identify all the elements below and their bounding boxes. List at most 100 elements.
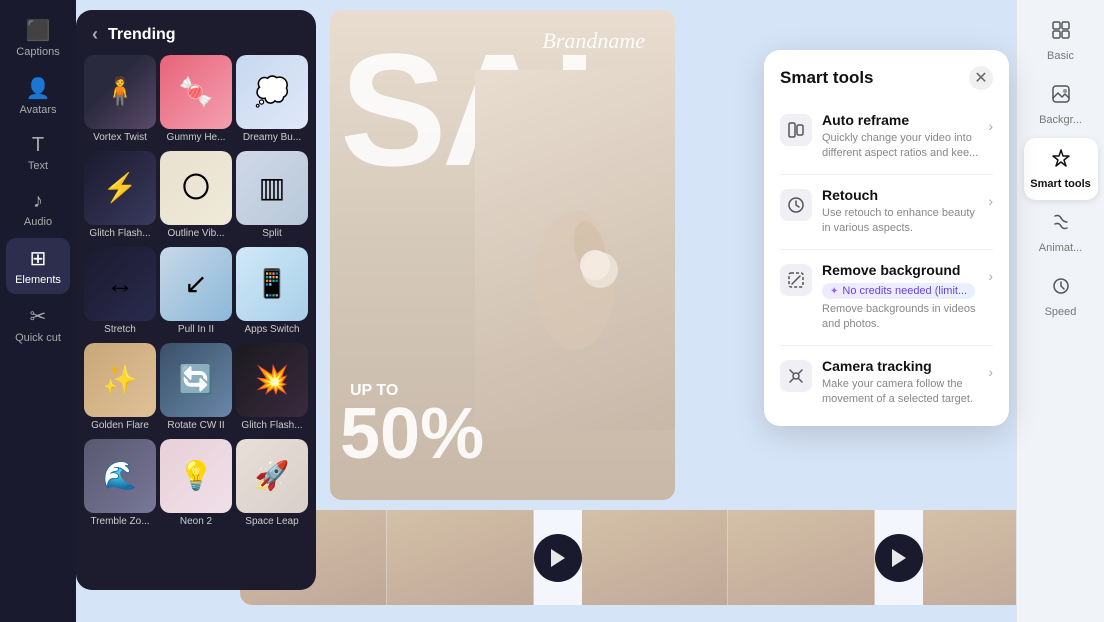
sidebar-icon-3: ♪ xyxy=(33,190,43,213)
trending-grid: 🧍 Vortex Twist 🍬 Gummy He... 💭 Dreamy Bu… xyxy=(76,55,316,539)
timeline-marker-1[interactable] xyxy=(534,534,582,582)
trend-item-6[interactable]: ↔ Stretch xyxy=(84,247,156,339)
timeline-frame-2 xyxy=(582,510,729,605)
camera-tracking-item[interactable]: Camera tracking Make your camera follow … xyxy=(764,348,1009,418)
retouch-content: Retouch Use retouch to enhance beauty in… xyxy=(822,187,978,237)
retouch-desc: Use retouch to enhance beauty in various… xyxy=(822,206,978,237)
trend-label-5: Split xyxy=(236,225,308,243)
trend-thumb-13: 💡 xyxy=(160,439,232,513)
retouch-name: Retouch xyxy=(822,187,978,203)
auto-reframe-arrow: › xyxy=(988,118,993,134)
sidebar-icon-4: ⊞ xyxy=(30,246,47,271)
remove-bg-name: Remove background xyxy=(822,262,978,278)
trend-item-14[interactable]: 🚀 Space Leap xyxy=(236,439,308,531)
trend-thumb-0: 🧍 xyxy=(84,55,156,129)
camera-tracking-content: Camera tracking Make your camera follow … xyxy=(822,358,978,408)
retouch-icon xyxy=(780,189,812,221)
camera-tracking-desc: Make your camera follow the movement of … xyxy=(822,377,978,408)
remove-bg-arrow: › xyxy=(988,268,993,284)
right-item-basic[interactable]: Basic xyxy=(1024,10,1098,72)
sidebar-item-text[interactable]: TText xyxy=(6,126,70,180)
trend-label-8: Apps Switch xyxy=(236,321,308,339)
trend-item-13[interactable]: 💡 Neon 2 xyxy=(160,439,232,531)
camera-tracking-name: Camera tracking xyxy=(822,358,978,374)
trend-item-12[interactable]: 🌊 Tremble Zo... xyxy=(84,439,156,531)
divider-1 xyxy=(780,174,993,175)
remove-bg-content: Remove background ✦ No credits needed (l… xyxy=(822,262,978,333)
smart-tools-panel: Smart tools ✕ Auto reframe Quickly chang… xyxy=(764,50,1009,426)
auto-reframe-item[interactable]: Auto reframe Quickly change your video i… xyxy=(764,102,1009,172)
trend-item-4[interactable]: 〇 Outline Vib... xyxy=(160,151,232,243)
divider-3 xyxy=(780,345,993,346)
right-icon-2 xyxy=(1051,148,1071,174)
trend-item-8[interactable]: 📱 Apps Switch xyxy=(236,247,308,339)
right-item-smart-tools[interactable]: Smart tools xyxy=(1024,138,1098,200)
remove-bg-item[interactable]: Remove background ✦ No credits needed (l… xyxy=(764,252,1009,343)
right-icon-0 xyxy=(1051,20,1071,46)
credits-label: No credits needed (limit... xyxy=(842,285,967,297)
camera-tracking-arrow: › xyxy=(988,364,993,380)
trend-thumb-8: 📱 xyxy=(236,247,308,321)
auto-reframe-icon xyxy=(780,114,812,146)
remove-bg-desc: Remove backgrounds in videos and photos. xyxy=(822,302,978,333)
trending-header: ‹ Trending xyxy=(76,10,316,55)
auto-reframe-content: Auto reframe Quickly change your video i… xyxy=(822,112,978,162)
trend-thumb-2: 💭 xyxy=(236,55,308,129)
sidebar-icon-0: ⬛ xyxy=(26,18,51,43)
trend-item-10[interactable]: 🔄 Rotate CW II xyxy=(160,343,232,435)
trend-item-0[interactable]: 🧍 Vortex Twist xyxy=(84,55,156,147)
trend-thumb-14: 🚀 xyxy=(236,439,308,513)
trend-label-9: Golden Flare xyxy=(84,417,156,435)
trend-thumb-3: ⚡ xyxy=(84,151,156,225)
trend-label-2: Dreamy Bu... xyxy=(236,129,308,147)
trending-panel: ‹ Trending 🧍 Vortex Twist 🍬 Gummy He... … xyxy=(76,10,316,590)
trend-thumb-6: ↔ xyxy=(84,247,156,321)
right-item-backgr...[interactable]: Backgr... xyxy=(1024,74,1098,136)
sidebar-item-elements[interactable]: ⊞Elements xyxy=(6,238,70,294)
trend-item-2[interactable]: 💭 Dreamy Bu... xyxy=(236,55,308,147)
divider-2 xyxy=(780,249,993,250)
trend-label-6: Stretch xyxy=(84,321,156,339)
timeline-frame-1 xyxy=(387,510,534,605)
sidebar-item-avatars[interactable]: 👤Avatars xyxy=(6,68,70,124)
trending-title: Trending xyxy=(108,26,176,44)
percent-text: 50% xyxy=(340,398,484,470)
camera-tracking-icon xyxy=(780,360,812,392)
trend-label-10: Rotate CW II xyxy=(160,417,232,435)
trend-thumb-9: ✨ xyxy=(84,343,156,417)
trend-item-3[interactable]: ⚡ Glitch Flash... xyxy=(84,151,156,243)
trend-thumb-1: 🍬 xyxy=(160,55,232,129)
trend-label-12: Tremble Zo... xyxy=(84,513,156,531)
trend-item-11[interactable]: 💥 Glitch Flash... xyxy=(236,343,308,435)
retouch-arrow: › xyxy=(988,193,993,209)
credits-badge: ✦ No credits needed (limit... xyxy=(822,283,975,299)
trend-item-5[interactable]: ▥ Split xyxy=(236,151,308,243)
right-sidebar: BasicBackgr...Smart toolsAnimat...Speed xyxy=(1016,0,1104,622)
right-icon-1 xyxy=(1051,84,1071,110)
hand-svg xyxy=(515,150,635,350)
back-arrow-icon[interactable]: ‹ xyxy=(92,24,98,45)
sidebar-item-quick-cut[interactable]: ✂Quick cut xyxy=(6,296,70,352)
sidebar-icon-2: T xyxy=(32,134,44,157)
timeline-marker-3[interactable] xyxy=(875,534,923,582)
right-item-speed[interactable]: Speed xyxy=(1024,266,1098,328)
trend-item-9[interactable]: ✨ Golden Flare xyxy=(84,343,156,435)
right-icon-4 xyxy=(1051,276,1071,302)
trend-item-1[interactable]: 🍬 Gummy He... xyxy=(160,55,232,147)
sidebar-item-captions[interactable]: ⬛Captions xyxy=(6,10,70,66)
trend-thumb-12: 🌊 xyxy=(84,439,156,513)
close-button[interactable]: ✕ xyxy=(969,66,993,90)
sidebar-item-audio[interactable]: ♪Audio xyxy=(6,182,70,236)
trend-label-13: Neon 2 xyxy=(160,513,232,531)
timeline xyxy=(240,510,1070,605)
trend-label-1: Gummy He... xyxy=(160,129,232,147)
trend-thumb-7: ↙ xyxy=(160,247,232,321)
trend-label-14: Space Leap xyxy=(236,513,308,531)
sidebar-icon-1: 👤 xyxy=(26,76,51,101)
auto-reframe-desc: Quickly change your video into different… xyxy=(822,131,978,162)
retouch-item[interactable]: Retouch Use retouch to enhance beauty in… xyxy=(764,177,1009,247)
hand-image xyxy=(475,70,675,430)
right-item-animat...[interactable]: Animat... xyxy=(1024,202,1098,264)
trend-label-7: Pull In II xyxy=(160,321,232,339)
trend-item-7[interactable]: ↙ Pull In II xyxy=(160,247,232,339)
